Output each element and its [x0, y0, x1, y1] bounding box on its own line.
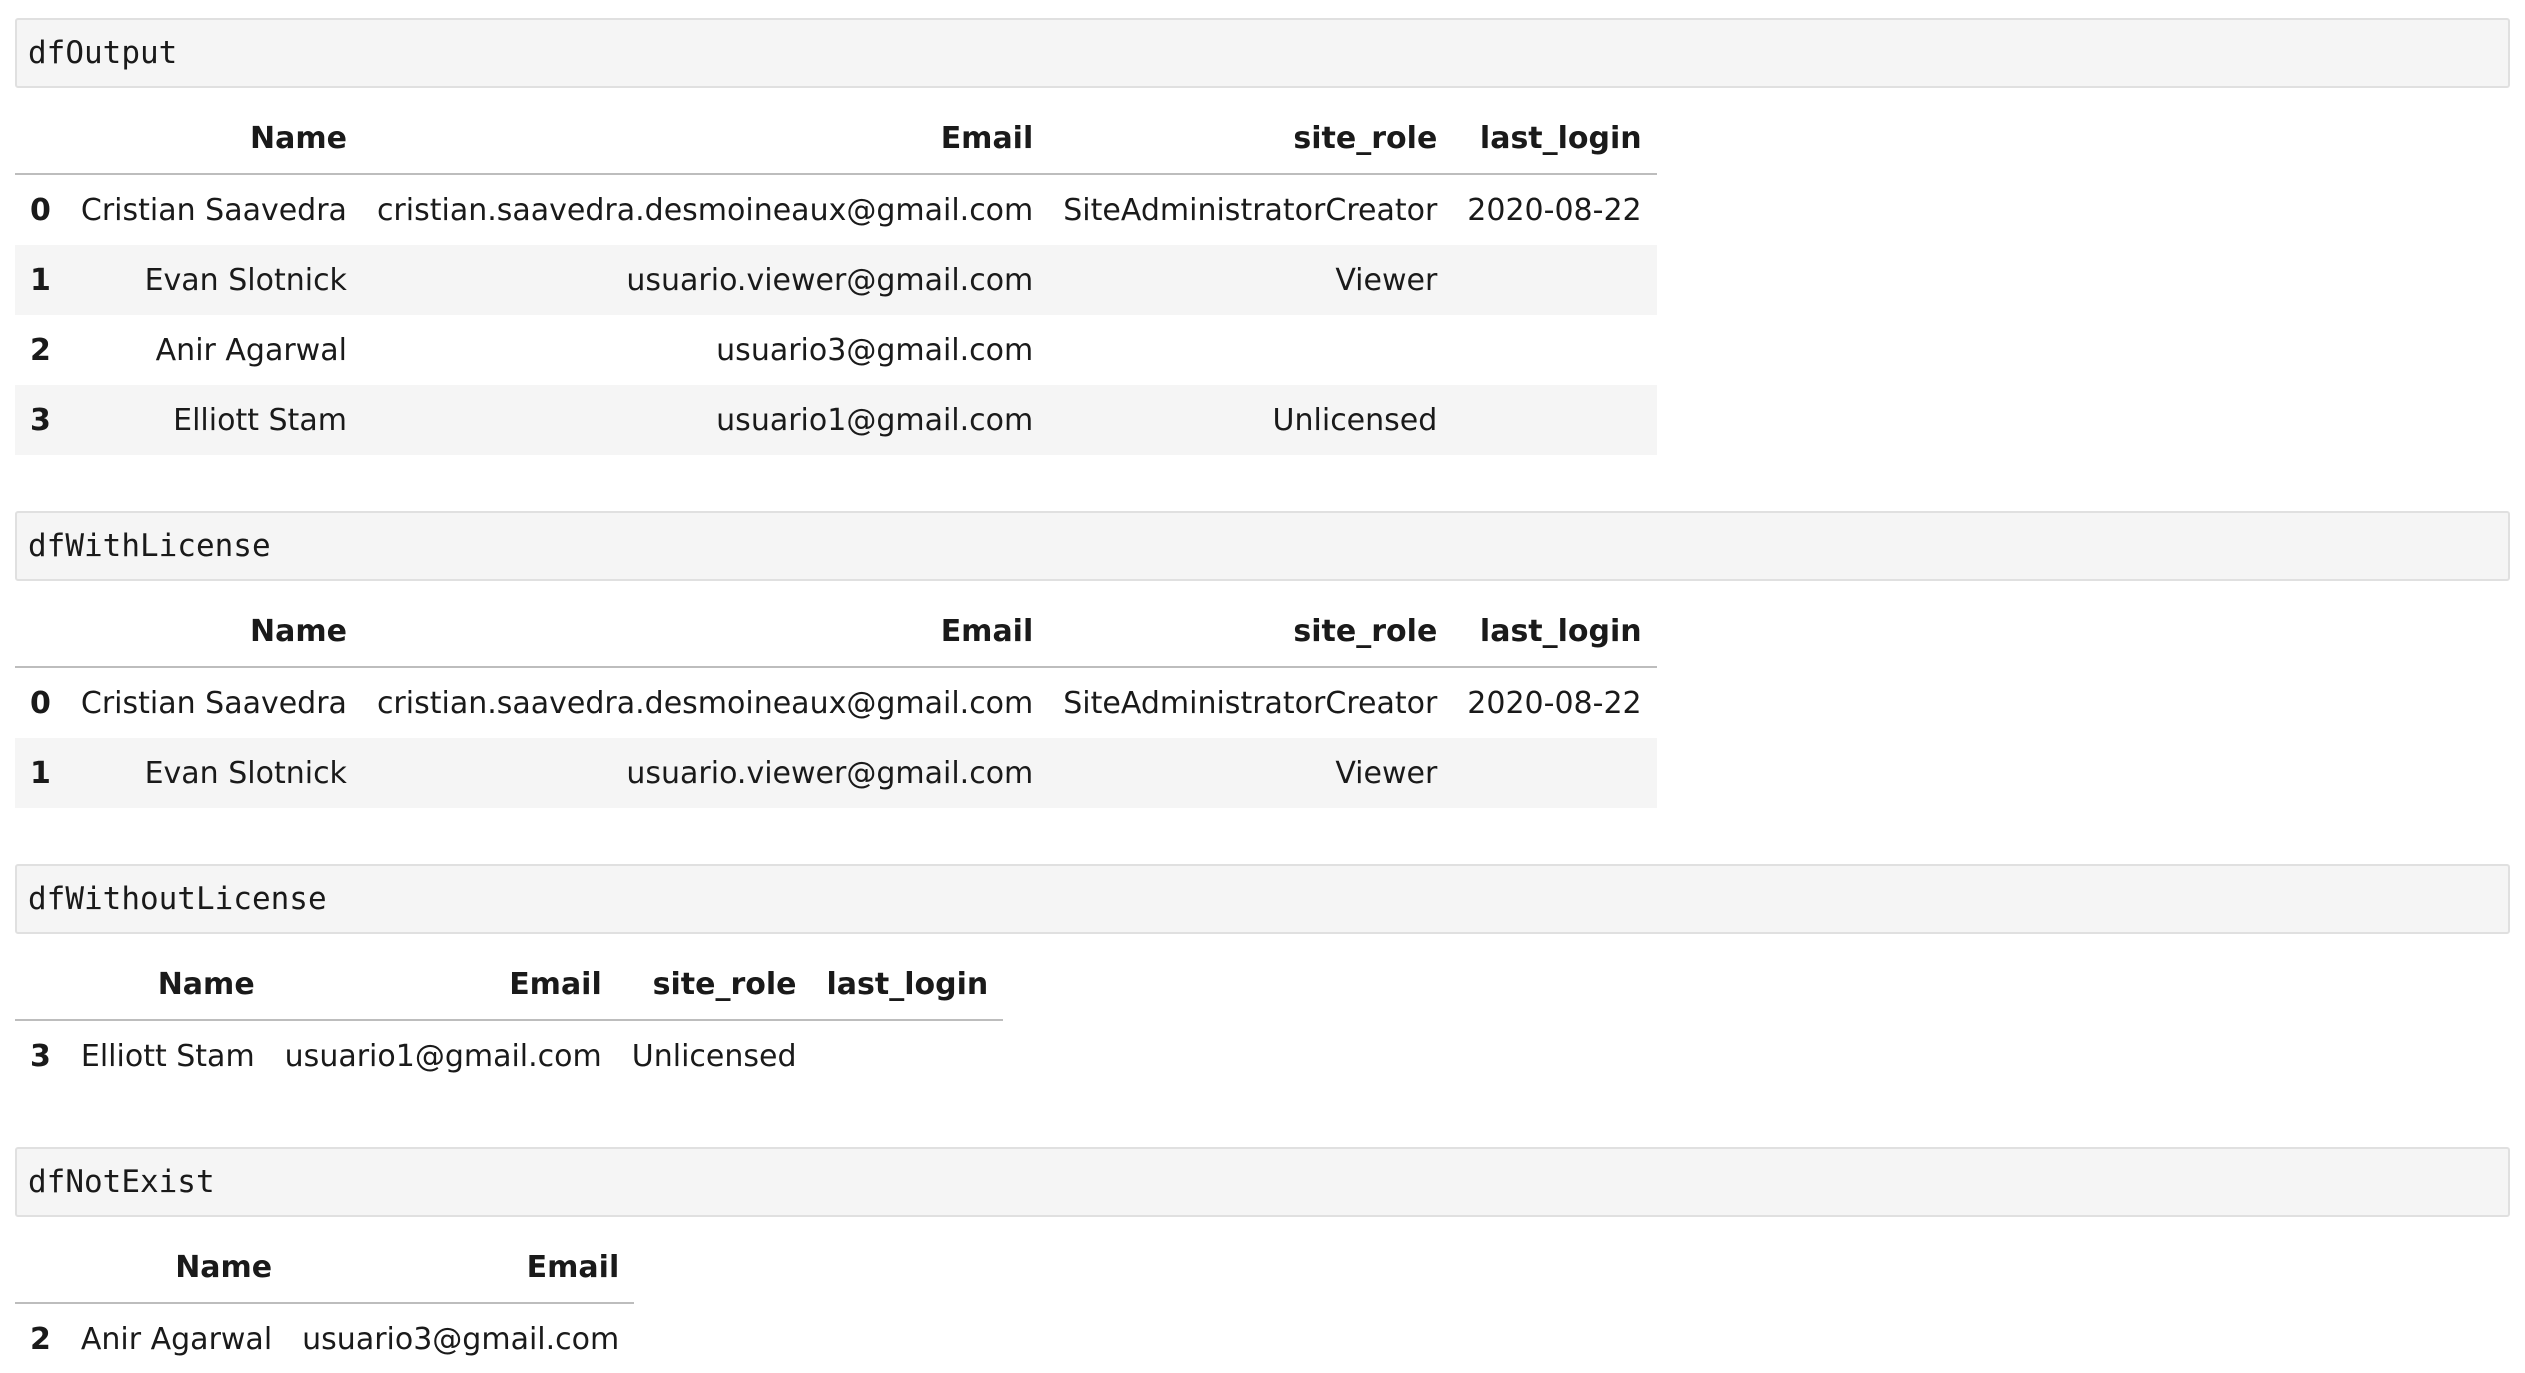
- notebook-cell-dfnotexist: dfNotExist Name Email 2 Anir Agarwal usu…: [15, 1147, 2510, 1373]
- cell-site-role: SiteAdministratorCreator: [1063, 685, 1438, 721]
- cell-site-role: [1048, 315, 1452, 385]
- cell-name: Elliott Stam: [80, 1038, 255, 1074]
- table-header-row: Name Email site_role last_login: [15, 949, 1004, 1021]
- cell-email: usuario1@gmail.com: [716, 402, 1034, 438]
- cell-email: usuario.viewer@gmail.com: [626, 755, 1034, 791]
- index-header: [15, 949, 66, 1021]
- table-header-row: Name Email site_role last_login: [15, 596, 1657, 668]
- table-row: 0 Cristian Saavedra cristian.saavedra.de…: [15, 667, 1657, 738]
- cell-last-login: [812, 1020, 1004, 1091]
- column-header-last-login: last_login: [811, 949, 1004, 1021]
- code-input[interactable]: dfWithLicense: [15, 511, 2510, 581]
- column-header-site-role: site_role: [1048, 596, 1453, 668]
- dataframe-table: Name Email site_role last_login 3 Elliot…: [15, 949, 1004, 1091]
- index-header: [15, 596, 66, 668]
- row-index: 1: [30, 755, 51, 791]
- cell-email: usuario1@gmail.com: [284, 1038, 602, 1074]
- cell-name: Anir Agarwal: [155, 332, 347, 368]
- cell-email: usuario3@gmail.com: [302, 1321, 620, 1357]
- code-input[interactable]: dfOutput: [15, 18, 2510, 88]
- row-index: 3: [30, 1038, 51, 1074]
- cell-last-login: [1452, 385, 1656, 455]
- dataframe-table: Name Email site_role last_login 0 Cristi…: [15, 103, 1657, 455]
- column-header-site-role: site_role: [1048, 103, 1453, 175]
- dataframe-table: Name Email site_role last_login 0 Cristi…: [15, 596, 1657, 808]
- code-input[interactable]: dfWithoutLicense: [15, 864, 2510, 934]
- cell-email: usuario.viewer@gmail.com: [626, 262, 1034, 298]
- table-row: 3 Elliott Stam usuario1@gmail.com Unlice…: [15, 1020, 1003, 1091]
- cell-last-login: [1452, 738, 1656, 808]
- column-header-email: Email: [287, 1232, 635, 1304]
- row-index: 2: [30, 1321, 51, 1357]
- cell-name: Evan Slotnick: [144, 755, 347, 791]
- cell-last-login: [1452, 315, 1656, 385]
- row-index: 0: [30, 192, 51, 228]
- column-header-site-role: site_role: [616, 949, 812, 1021]
- cell-last-login: 2020-08-22: [1467, 192, 1642, 228]
- cell-site-role: Viewer: [1335, 755, 1438, 791]
- notebook-cell-dfoutput: dfOutput Name Email site_role last_login…: [15, 18, 2510, 455]
- column-header-name: Name: [65, 1232, 288, 1304]
- cell-last-login: [1452, 245, 1656, 315]
- column-header-email: Email: [269, 949, 617, 1021]
- table-header-row: Name Email site_role last_login: [15, 103, 1657, 175]
- row-index: 2: [30, 332, 51, 368]
- cell-name: Elliott Stam: [173, 402, 347, 438]
- table-row: 1 Evan Slotnick usuario.viewer@gmail.com…: [15, 738, 1657, 808]
- cell-last-login: 2020-08-22: [1467, 685, 1642, 721]
- row-index: 0: [30, 685, 51, 721]
- column-header-email: Email: [361, 103, 1049, 175]
- notebook-cell-dfwithoutlicense: dfWithoutLicense Name Email site_role la…: [15, 864, 2510, 1091]
- cell-name: Cristian Saavedra: [80, 192, 347, 228]
- column-header-name: Name: [65, 596, 362, 668]
- table-row: 3 Elliott Stam usuario1@gmail.com Unlice…: [15, 385, 1657, 455]
- table-row: 2 Anir Agarwal usuario3@gmail.com: [15, 1303, 634, 1373]
- table-header-row: Name Email: [15, 1232, 635, 1304]
- cell-site-role: Unlicensed: [631, 1038, 797, 1074]
- code-input[interactable]: dfNotExist: [15, 1147, 2510, 1217]
- cell-name: Evan Slotnick: [144, 262, 347, 298]
- column-header-last-login: last_login: [1452, 596, 1657, 668]
- cell-name: Anir Agarwal: [80, 1321, 273, 1357]
- row-index: 1: [30, 262, 51, 298]
- table-row: 2 Anir Agarwal usuario3@gmail.com: [15, 315, 1657, 385]
- column-header-name: Name: [65, 949, 270, 1021]
- index-header: [15, 103, 66, 175]
- column-header-name: Name: [65, 103, 362, 175]
- row-index: 3: [30, 402, 51, 438]
- cell-site-role: Viewer: [1335, 262, 1438, 298]
- cell-site-role: SiteAdministratorCreator: [1063, 192, 1438, 228]
- cell-email: usuario3@gmail.com: [716, 332, 1034, 368]
- cell-email: cristian.saavedra.desmoineaux@gmail.com: [376, 192, 1034, 228]
- table-row: 1 Evan Slotnick usuario.viewer@gmail.com…: [15, 245, 1657, 315]
- index-header: [15, 1232, 66, 1304]
- cell-site-role: Unlicensed: [1272, 402, 1438, 438]
- notebook-cell-dfwithlicense: dfWithLicense Name Email site_role last_…: [15, 511, 2510, 808]
- column-header-email: Email: [361, 596, 1049, 668]
- cell-name: Cristian Saavedra: [80, 685, 347, 721]
- cell-email: cristian.saavedra.desmoineaux@gmail.com: [376, 685, 1034, 721]
- dataframe-table: Name Email 2 Anir Agarwal usuario3@gmail…: [15, 1232, 635, 1373]
- table-row: 0 Cristian Saavedra cristian.saavedra.de…: [15, 174, 1657, 245]
- column-header-last-login: last_login: [1452, 103, 1657, 175]
